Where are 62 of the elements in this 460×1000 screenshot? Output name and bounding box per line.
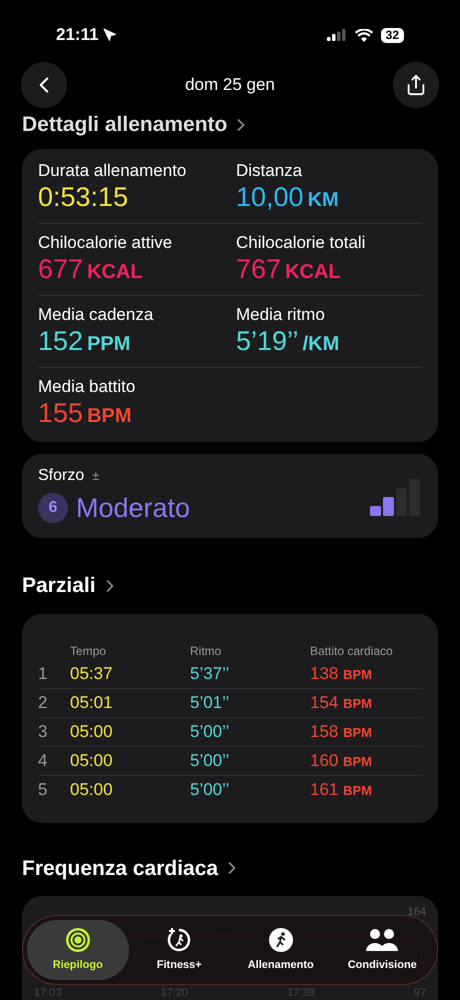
effort-rating: Moderato [76,492,190,524]
metric-value: 5’19’’/KM [236,324,340,358]
metric-value: 155 BPM [38,396,133,430]
section-title[interactable]: Dettagli allenamento [22,109,228,140]
section-title[interactable]: Frequenza cardiaca [22,852,218,884]
tab-item[interactable]: Fitness+ [128,920,230,980]
back-button[interactable] [21,62,67,108]
location-icon [102,28,117,42]
column-header: Tempo [70,642,108,660]
effort-card[interactable]: Sforzo ± 6 Moderato [22,454,438,538]
section-title[interactable]: Parziali [22,570,96,602]
nav-title: dom 25 gen [185,74,275,96]
metric-label: Durata allenamento [38,160,188,181]
tab-item[interactable]: Condivisione [332,920,433,980]
split-time: 05:00 [70,750,114,772]
metric-label: Media ritmo [236,304,326,325]
metric-value: 0:53:15 [38,180,130,214]
split-time: 05:01 [70,692,114,714]
metric-value: 767 KCAL [236,252,342,286]
people-icon [365,926,400,953]
split-pace: 5’00’’ [190,720,230,743]
split-heart-rate: 158 BPM [310,720,373,743]
max-label: 164 [408,905,426,920]
column-header: Battito cardiaco [310,642,394,660]
battery-indicator: 32 [380,28,404,42]
tab-item[interactable]: Riepilogo [27,920,128,980]
tab-item[interactable]: Allenamento [230,920,332,980]
signal-icon [326,29,347,41]
metric-label: Distanza [236,160,304,181]
metric-value: 10,00 KM [236,180,340,214]
status-time: 21:11 [56,24,99,46]
adjust-sign: ± [92,466,100,485]
split-index: 5 [38,779,48,802]
split-time: 05:00 [70,779,114,802]
split-heart-rate: 138 BPM [310,662,373,685]
metric-label: Media battito [38,376,136,397]
rings-icon [64,926,91,953]
split-heart-rate: 154 BPM [310,692,373,714]
metric-value: 152 PPM [38,324,132,358]
split-index: 2 [38,692,48,714]
split-time: 05:37 [70,662,114,685]
split-time: 05:00 [70,720,114,743]
split-pace: 5’01’’ [190,692,230,714]
split-heart-rate: 161 BPM [310,779,373,802]
runner-plus-icon [166,926,192,953]
split-pace: 5’00’’ [190,779,230,802]
share-button[interactable] [392,62,439,108]
runner-icon [268,926,294,953]
effort-label: Sforzo [38,466,84,486]
split-index: 1 [38,662,48,685]
metric-label: Chilocalorie totali [236,232,366,253]
wifi-icon [354,28,373,42]
split-pace: 5’37’’ [190,662,230,685]
metric-label: Media cadenza [38,304,154,325]
column-header: Ritmo [190,642,222,660]
metric-value: 677 KCAL [38,252,144,286]
split-index: 4 [38,750,48,772]
effort-score: 6 [38,492,68,523]
split-index: 3 [38,720,48,743]
split-pace: 5’00’’ [190,750,230,772]
split-heart-rate: 160 BPM [310,750,373,772]
metric-label: Chilocalorie attive [38,232,174,253]
